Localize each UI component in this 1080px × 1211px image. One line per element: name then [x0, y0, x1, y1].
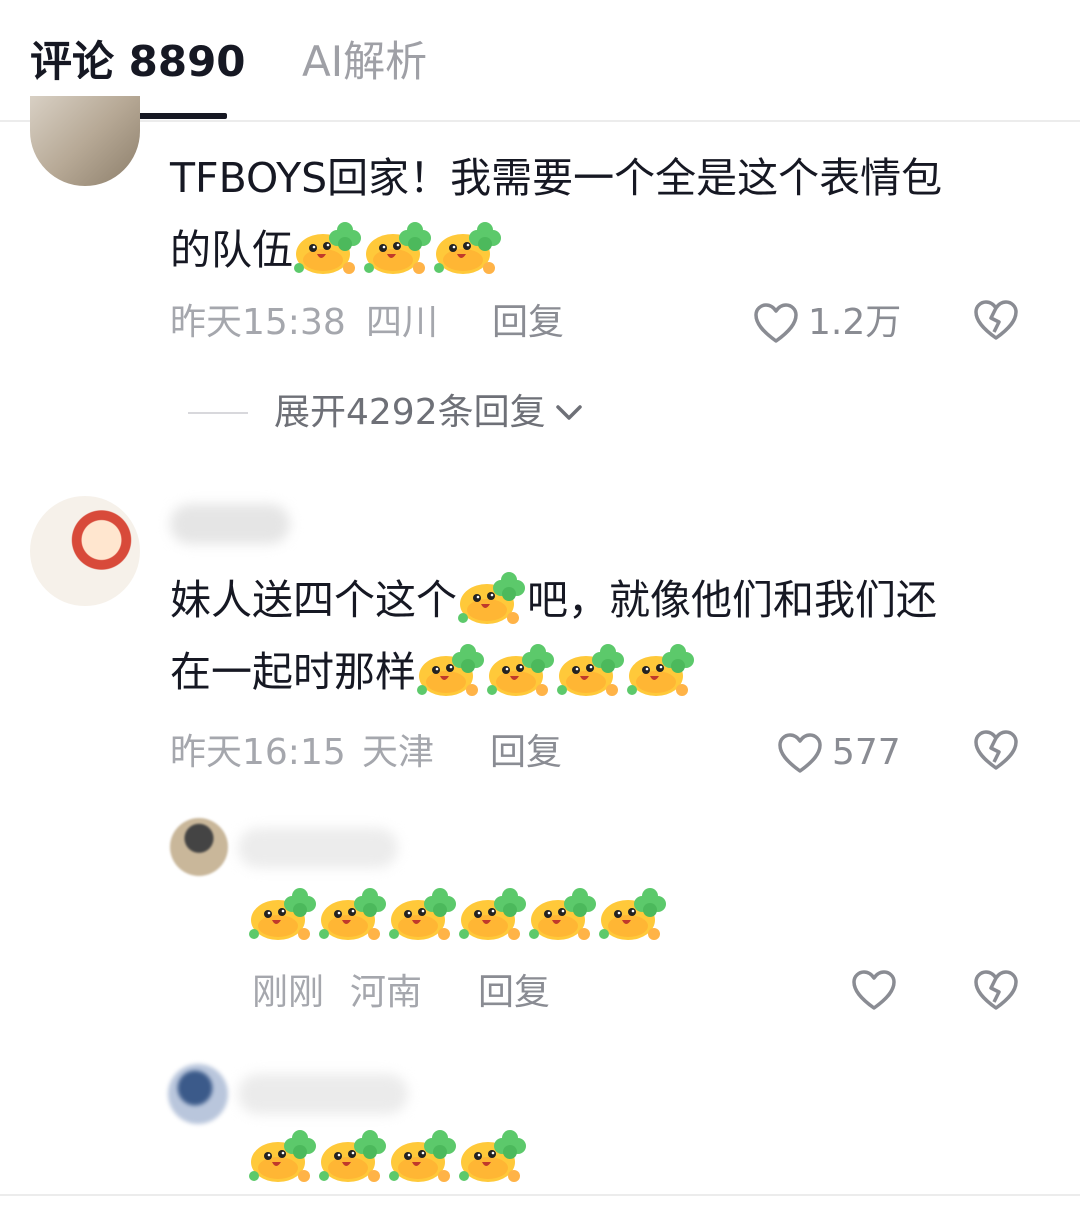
clover-duck-emoji	[248, 1124, 318, 1186]
avatar[interactable]	[30, 496, 140, 606]
divider	[0, 1194, 1080, 1196]
clover-duck-emoji	[458, 1124, 528, 1186]
clover-duck-emoji	[363, 216, 433, 278]
comment-text: TFBOYS回家！我需要一个全是这个表情包 的队伍	[170, 142, 942, 286]
dislike-button[interactable]	[972, 728, 1020, 772]
clover-duck-emoji	[556, 638, 626, 700]
avatar[interactable]	[30, 96, 140, 186]
clover-duck-emoji	[388, 882, 458, 944]
clover-duck-emoji	[293, 216, 363, 278]
like-count: 1.2万	[808, 302, 902, 343]
comment-time: 刚刚	[252, 972, 325, 1013]
comment-location: 天津	[362, 732, 435, 773]
comment-tabs: 评论 8890 AI解析	[0, 0, 1080, 122]
broken-heart-icon	[972, 728, 1020, 772]
comment-location: 河南	[350, 972, 423, 1013]
broken-heart-icon	[972, 968, 1020, 1012]
clover-duck-emoji	[458, 882, 528, 944]
clover-duck-emoji	[486, 638, 556, 700]
reply-button[interactable]: 回复	[492, 298, 564, 348]
heart-outline-icon	[776, 731, 824, 775]
comment-text-line: 的队伍	[170, 226, 293, 274]
clover-duck-emoji	[248, 882, 318, 944]
tab-comments[interactable]: 评论 8890	[30, 34, 246, 90]
tab-ai-analysis[interactable]: AI解析	[302, 34, 427, 90]
dislike-button[interactable]	[972, 968, 1020, 1012]
clover-duck-emoji	[626, 638, 696, 700]
dislike-button[interactable]	[972, 298, 1020, 342]
like-button[interactable]: 577	[776, 728, 901, 778]
comment-text-line: 在一起时那样	[170, 648, 416, 696]
expand-replies-label: 展开4292条回复	[274, 392, 546, 433]
comment-time: 昨天15:38	[170, 302, 346, 343]
divider	[188, 412, 248, 414]
comment-text-line: 妹人送四个这个	[170, 576, 457, 624]
heart-outline-icon	[752, 301, 800, 345]
username-blurred[interactable]	[170, 504, 290, 544]
username-blurred[interactable]	[238, 828, 398, 868]
clover-duck-emoji	[598, 882, 668, 944]
clover-duck-emoji	[318, 1124, 388, 1186]
clover-duck-emoji	[433, 216, 503, 278]
clover-duck-emoji	[318, 882, 388, 944]
comment-time: 昨天16:15	[170, 732, 346, 773]
expand-replies[interactable]: 展开4292条回复	[188, 388, 584, 438]
reply-text	[248, 1122, 528, 1194]
clover-duck-emoji	[388, 1124, 458, 1186]
reply-button[interactable]: 回复	[490, 728, 562, 778]
reply-text	[248, 880, 668, 952]
comment-text-line: 吧，就像他们和我们还	[527, 576, 937, 624]
clover-duck-emoji	[416, 638, 486, 700]
username-blurred[interactable]	[238, 1074, 408, 1114]
reply-button[interactable]: 回复	[478, 968, 550, 1018]
avatar[interactable]	[170, 818, 228, 876]
clover-duck-emoji	[528, 882, 598, 944]
like-button[interactable]	[850, 968, 898, 1012]
chevron-down-icon	[554, 403, 584, 423]
like-button[interactable]: 1.2万	[752, 298, 901, 348]
like-count: 577	[832, 732, 901, 773]
avatar[interactable]	[168, 1064, 228, 1124]
heart-outline-icon	[850, 968, 898, 1012]
comment-text: 妹人送四个这个 吧，就像他们和我们还 在一起时那样	[170, 564, 937, 708]
comment-location: 四川	[366, 302, 439, 343]
clover-duck-emoji	[457, 566, 527, 628]
broken-heart-icon	[972, 298, 1020, 342]
comment-text-line: TFBOYS回家！我需要一个全是这个表情包	[170, 154, 943, 202]
